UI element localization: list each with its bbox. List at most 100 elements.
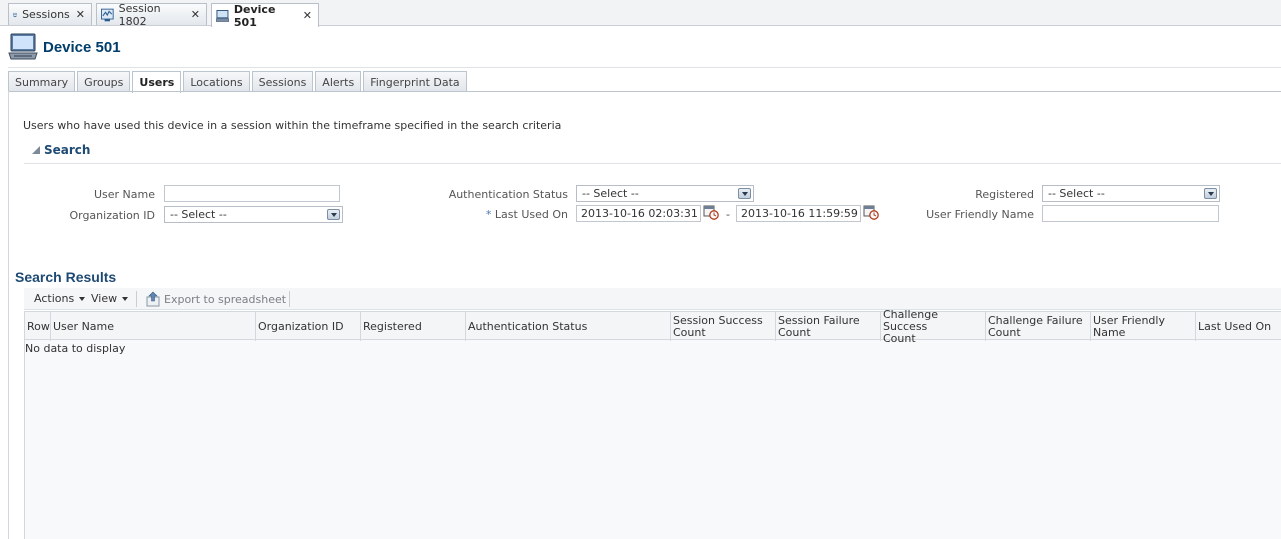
column-header-challenge-success-count[interactable]: Challenge Success Count: [881, 307, 986, 344]
tab-label: Summary: [15, 75, 69, 89]
authentication-status-select[interactable]: -- Select --: [576, 185, 754, 202]
registered-select[interactable]: -- Select --: [1042, 185, 1220, 202]
tab-alerts[interactable]: Alerts: [315, 71, 362, 92]
collapse-triangle-icon: [32, 146, 40, 154]
column-label: Registered: [363, 319, 422, 333]
tab-label: Sessions: [258, 75, 307, 89]
column-header-user-name[interactable]: User Name: [51, 312, 256, 341]
tab-summary[interactable]: Summary: [8, 71, 76, 92]
label-text: Last Used On: [494, 208, 568, 221]
monitor-chart-icon: [101, 8, 114, 21]
doc-tab-device-501[interactable]: Device 501 ✕: [211, 2, 319, 29]
export-to-spreadsheet-button[interactable]: Export to spreadsheet: [145, 291, 286, 307]
tab-fingerprint-data[interactable]: Fingerprint Data: [363, 71, 467, 92]
divider: [8, 67, 1281, 68]
page-header: Device 501: [8, 32, 121, 62]
date-value: 2013-10-16 02:03:31 PM: [581, 207, 700, 220]
column-label: Last Used On: [1198, 319, 1272, 333]
registered-label: Registered: [975, 188, 1034, 201]
column-header-challenge-failure-count[interactable]: Challenge Failure Count: [986, 312, 1091, 341]
column-label: Session Failure: [778, 313, 860, 327]
computer-icon: [8, 33, 38, 60]
divider: [289, 291, 290, 307]
required-mark: *: [485, 208, 492, 221]
column-label: Authentication Status: [468, 319, 588, 333]
page-title: Device 501: [43, 38, 121, 56]
divider: [24, 163, 1281, 164]
tab-sessions[interactable]: Sessions: [251, 71, 314, 92]
close-icon[interactable]: ✕: [76, 8, 85, 21]
user-friendly-name-label: User Friendly Name: [926, 208, 1034, 221]
page-description: Users who have used this device in a ses…: [23, 119, 562, 132]
close-icon[interactable]: ✕: [303, 9, 312, 22]
doc-tab-label: Session 1802: [118, 1, 161, 28]
dropdown-arrow-icon[interactable]: [327, 209, 340, 220]
doc-tab-label: Sessions: [22, 8, 70, 21]
organization-id-label: Organization ID: [69, 209, 155, 222]
menu-label: Actions: [34, 292, 75, 305]
document-tab-bar: Sessions ✕ Session 1802 ✕ Device 501 ✕: [0, 0, 1281, 29]
tab-label: Locations: [190, 75, 243, 89]
results-table: Row User Name Organization ID Registered…: [24, 307, 1281, 539]
last-used-on-label: * Last Used On: [458, 208, 568, 221]
date-value: 2013-10-16 11:59:59 PM: [741, 207, 860, 220]
doc-tab-sessions[interactable]: Sessions ✕: [8, 3, 92, 25]
search-section-toggle[interactable]: Search: [32, 143, 90, 157]
tab-users[interactable]: Users: [132, 71, 182, 93]
search-section-title: Search: [44, 143, 91, 157]
column-header-row[interactable]: Row: [25, 312, 51, 341]
last-used-from-input[interactable]: 2013-10-16 02:03:31 PM: [576, 205, 701, 222]
chevron-down-icon: [79, 296, 86, 301]
table-header: Row User Name Organization ID Registered…: [25, 307, 1281, 344]
column-label: User Friendly Name: [1093, 313, 1165, 339]
dropdown-arrow-icon[interactable]: [1204, 188, 1217, 199]
doc-tab-label: Device 501: [233, 2, 276, 29]
column-header-last-used-on[interactable]: Last Used On: [1196, 312, 1281, 341]
search-results-title: Search Results: [15, 269, 117, 285]
monitor-chart-icon: [13, 12, 18, 17]
doc-tab-session-1802[interactable]: Session 1802 ✕: [96, 1, 207, 28]
divider: [8, 91, 1281, 92]
calendar-clock-icon[interactable]: [703, 204, 719, 220]
results-toolbar: Actions View Export to spreadsheet: [24, 288, 1281, 310]
sub-tab-bar: Summary Groups Users Locations Sessions …: [8, 71, 469, 93]
tab-locations[interactable]: Locations: [183, 71, 250, 92]
date-range-separator: -: [726, 208, 730, 221]
button-label: Export to spreadsheet: [164, 292, 287, 306]
tab-label: Users: [139, 76, 175, 89]
select-value: -- Select --: [170, 208, 227, 221]
tab-label: Fingerprint Data: [370, 75, 460, 89]
divider: [136, 291, 137, 307]
menu-label: View: [91, 292, 118, 305]
calendar-clock-icon[interactable]: [863, 204, 879, 220]
close-icon[interactable]: ✕: [191, 8, 200, 21]
last-used-to-input[interactable]: 2013-10-16 11:59:59 PM: [736, 205, 861, 222]
column-label: Count: [778, 325, 811, 339]
user-name-label: User Name: [93, 188, 155, 201]
column-label: Count: [988, 325, 1021, 339]
chevron-down-icon: [122, 296, 129, 301]
column-header-session-success-count[interactable]: Session Success Count: [671, 312, 776, 341]
tab-label: Groups: [84, 75, 124, 89]
column-header-registered[interactable]: Registered: [361, 312, 466, 341]
tab-label: Alerts: [322, 75, 355, 89]
user-name-input[interactable]: [164, 185, 340, 202]
select-value: -- Select --: [1048, 187, 1105, 200]
column-header-organization-id[interactable]: Organization ID: [256, 312, 361, 341]
organization-id-select[interactable]: -- Select --: [164, 206, 343, 223]
column-label: User Name: [53, 319, 115, 333]
view-menu[interactable]: View: [91, 292, 129, 305]
authentication-status-label: Authentication Status: [448, 188, 568, 201]
tab-groups[interactable]: Groups: [77, 71, 131, 92]
actions-menu[interactable]: Actions: [34, 292, 86, 305]
user-friendly-name-input[interactable]: [1042, 205, 1219, 222]
computer-icon: [216, 9, 229, 22]
column-header-user-friendly-name[interactable]: User Friendly Name: [1091, 312, 1196, 341]
column-label: Challenge Failure: [988, 313, 1083, 327]
column-header-authentication-status[interactable]: Authentication Status: [466, 312, 671, 341]
dropdown-arrow-icon[interactable]: [738, 188, 751, 199]
select-value: -- Select --: [582, 187, 639, 200]
export-icon: [146, 291, 160, 307]
column-header-session-failure-count[interactable]: Session Failure Count: [776, 312, 881, 341]
column-label: Challenge Success: [883, 307, 938, 333]
